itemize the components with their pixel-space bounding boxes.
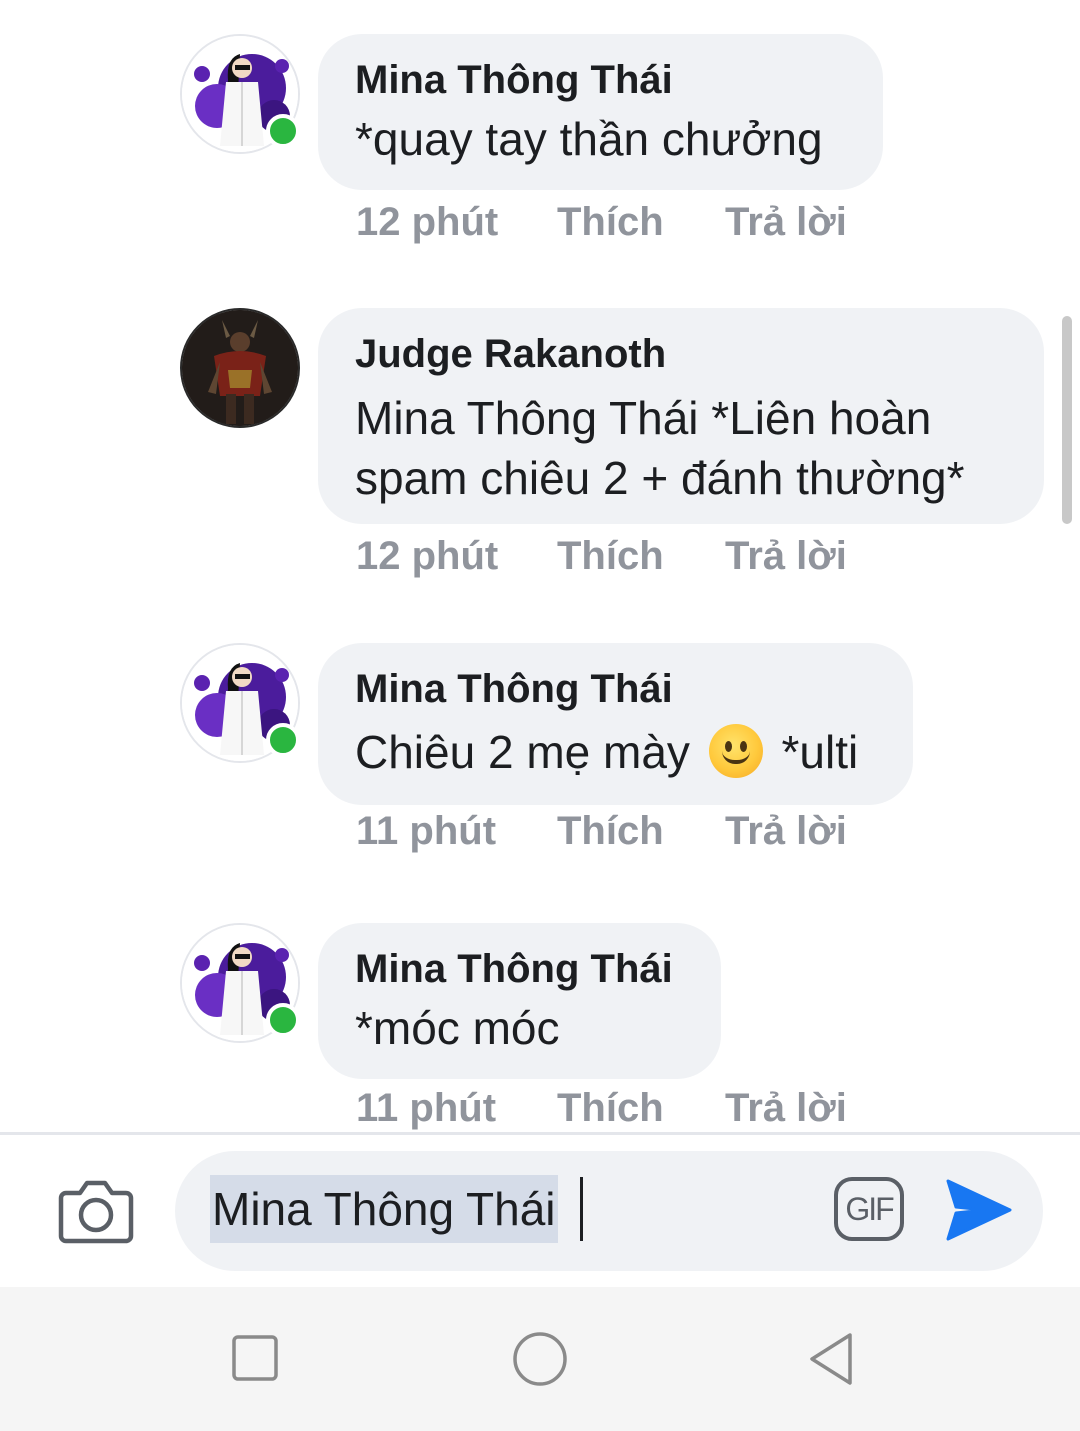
- like-button[interactable]: Thích: [557, 1086, 664, 1131]
- reply-button[interactable]: Trả lời: [725, 534, 847, 579]
- comment-thread: Mina Thông Thái *quay tay thần chưởng 12…: [0, 0, 1080, 1132]
- camera-icon[interactable]: [58, 1177, 134, 1245]
- comment-time[interactable]: 11 phút: [356, 809, 496, 854]
- comment-author[interactable]: Mina Thông Thái: [355, 56, 845, 104]
- comment-time[interactable]: 11 phút: [356, 1086, 496, 1131]
- comment-text: *quay tay thần chưởng: [355, 113, 823, 165]
- comment-text: Chiêu 2 mẹ mày *ulti: [355, 723, 875, 781]
- comment-text-after: *ulti: [781, 726, 859, 778]
- slightly-smiling-face-icon: [708, 724, 763, 778]
- text-caret: [580, 1177, 583, 1241]
- recent-apps-icon[interactable]: [232, 1335, 278, 1386]
- comment-text: *móc móc: [355, 1002, 560, 1054]
- comment-bubble[interactable]: Mina Thông Thái *móc móc: [318, 923, 721, 1079]
- comment-bubble[interactable]: Judge Rakanoth Mina Thông Thái *Liên hoà…: [318, 308, 1044, 524]
- reply-button[interactable]: Trả lời: [725, 200, 847, 245]
- comment-bubble[interactable]: Mina Thông Thái *quay tay thần chưởng: [318, 34, 883, 190]
- comment-input[interactable]: Mina Thông Thái GIF: [175, 1151, 1043, 1271]
- comment-composer: Mina Thông Thái GIF: [0, 1132, 1080, 1287]
- comment-author[interactable]: Judge Rakanoth: [355, 330, 1006, 378]
- comment-author[interactable]: Mina Thông Thái: [355, 665, 875, 713]
- avatar[interactable]: [180, 308, 300, 428]
- comment-author[interactable]: Mina Thông Thái: [355, 945, 683, 993]
- home-icon[interactable]: [512, 1331, 568, 1392]
- online-status-dot: [266, 1003, 300, 1037]
- comment-time[interactable]: 12 phút: [356, 200, 498, 245]
- comment-text-line: spam chiêu 2 + đánh thường*: [355, 452, 965, 504]
- gif-icon[interactable]: GIF: [834, 1177, 904, 1241]
- comment-text-before: Chiêu 2 mẹ mày: [355, 726, 690, 778]
- reply-button[interactable]: Trả lời: [725, 1086, 847, 1131]
- like-button[interactable]: Thích: [557, 809, 664, 854]
- comment-text-line: Mina Thông Thái *Liên hoàn: [355, 392, 932, 444]
- online-status-dot: [266, 114, 300, 148]
- scrollbar[interactable]: [1062, 316, 1072, 524]
- like-button[interactable]: Thích: [557, 200, 664, 245]
- online-status-dot: [266, 723, 300, 757]
- back-icon[interactable]: [806, 1331, 856, 1392]
- comment-input-text[interactable]: Mina Thông Thái: [210, 1175, 558, 1243]
- send-icon[interactable]: [944, 1175, 1014, 1245]
- comment-bubble[interactable]: Mina Thông Thái Chiêu 2 mẹ mày *ulti: [318, 643, 913, 805]
- system-navigation-bar: [0, 1287, 1080, 1431]
- comment-time[interactable]: 12 phút: [356, 534, 498, 579]
- reply-button[interactable]: Trả lời: [725, 809, 847, 854]
- like-button[interactable]: Thích: [557, 534, 664, 579]
